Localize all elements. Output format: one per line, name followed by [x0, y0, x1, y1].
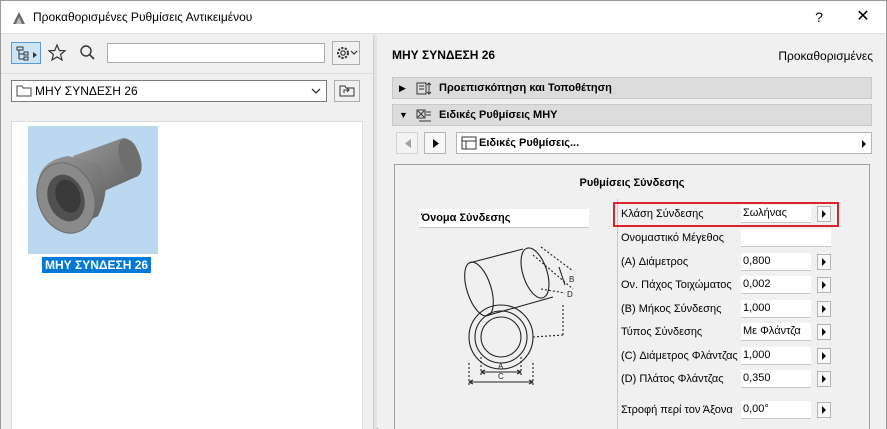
flange-width-field[interactable]: 0,350: [741, 370, 811, 388]
param-row-flange-diameter: (C) Διάμετρος Φλάντζας 1,000: [615, 345, 837, 367]
param-label: (A) Διάμετρος: [621, 256, 689, 268]
folder-tree-icon: [16, 46, 37, 61]
page-dropdown[interactable]: Ειδικές Ρυθμίσεις...: [456, 132, 872, 154]
settings-pane: ΜΗΥ ΣΥΝΔΕΣΗ 26 Προκαθορισμένες ▶ Προεπισ…: [378, 35, 886, 429]
param-label: Ον. Πάχος Τοιχώματος: [621, 279, 732, 291]
dim-label-c: C: [498, 372, 504, 381]
param-row-connection-length: (B) Μήκος Σύνδεσης 1,000: [615, 298, 837, 320]
connection-name-field[interactable]: Όνομα Σύνδεσης: [419, 209, 589, 228]
section-mep-settings[interactable]: ▼ Ειδικές Ρυθμίσεις ΜΗΥ: [392, 104, 872, 126]
param-label: (C) Διάμετρος Φλάντζας: [621, 350, 738, 362]
param-row-nominal-size: Ονομαστικό Μέγεθος: [615, 227, 837, 249]
param-row-connection-type: Τύπος Σύνδεσης Με Φλάντζα: [615, 321, 837, 343]
flange-diameter-menu-button[interactable]: [817, 348, 831, 364]
arrow-right-icon: [822, 328, 826, 336]
search-icon[interactable]: [79, 43, 97, 63]
connection-length-field[interactable]: 1,000: [741, 300, 811, 318]
search-input[interactable]: [107, 43, 325, 63]
param-row-flange-width: (D) Πλάτος Φλάντζας 0,350: [615, 368, 837, 390]
help-button[interactable]: ?: [809, 7, 829, 27]
diameter-menu-button[interactable]: [817, 254, 831, 270]
next-page-button[interactable]: [424, 132, 446, 154]
dim-label-d: D: [567, 290, 573, 299]
folder-up-button[interactable]: [334, 80, 360, 102]
folder-dropdown[interactable]: ΜΗΥ ΣΥΝΔΕΣΗ 26: [11, 80, 327, 102]
highlight-frame: [613, 202, 839, 227]
expand-arrow-icon: ▶: [399, 83, 406, 93]
object-thumbnail[interactable]: [28, 126, 158, 254]
object-thumbnail-label[interactable]: ΜΗΥ ΣΥΝΔΕΣΗ 26: [42, 257, 152, 273]
toolbar-divider: [1, 73, 373, 74]
param-label: Στροφή περί τον Άξονα: [621, 404, 733, 416]
arrow-right-icon: [822, 281, 826, 289]
folder-icon: [16, 85, 32, 97]
object-browser: ΜΗΥ ΣΥΝΔΕΣΗ 26: [11, 121, 363, 429]
app-icon: [13, 12, 25, 24]
connection-type-field[interactable]: Με Φλάντζα: [741, 323, 811, 341]
section-label: Προεπισκόπηση και Τοποθέτηση: [439, 82, 612, 94]
param-row-wall-thickness: Ον. Πάχος Τοιχώματος 0,002: [615, 274, 837, 296]
library-pane: ΜΗΥ ΣΥΝΔΕΣΗ 26 ΜΗΥ ΣΥΝΔΕΣΗ 26: [1, 35, 373, 429]
panel-title: Ρυθμίσεις Σύνδεσης: [579, 177, 685, 189]
dropdown-arrow-icon: [862, 140, 866, 148]
wall-thickness-menu-button[interactable]: [817, 277, 831, 293]
axis-rotation-menu-button[interactable]: [817, 402, 831, 418]
flange-diameter-field[interactable]: 1,000: [741, 347, 811, 365]
defaults-label: Προκαθορισμένες: [778, 49, 873, 63]
arrow-right-icon: [822, 305, 826, 313]
view-mode-button[interactable]: [11, 42, 41, 64]
section-label: Ειδικές Ρυθμίσεις ΜΗΥ: [439, 109, 558, 121]
section-preview-placement[interactable]: ▶ Προεπισκόπηση και Τοποθέτηση: [392, 77, 872, 99]
diameter-field[interactable]: 0,800: [741, 253, 811, 271]
connection-length-menu-button[interactable]: [817, 301, 831, 317]
param-row-diameter: (A) Διάμετρος 0,800: [615, 251, 837, 273]
connection-settings-panel: Ρυθμίσεις Σύνδεσης Όνομα Σύνδεσης B D A …: [394, 164, 870, 429]
flange-width-menu-button[interactable]: [817, 371, 831, 387]
folder-dropdown-value: ΜΗΥ ΣΥΝΔΕΣΗ 26: [35, 84, 138, 98]
axis-rotation-field[interactable]: 0,00°: [741, 401, 811, 419]
object-name: ΜΗΥ ΣΥΝΔΕΣΗ 26: [392, 48, 496, 62]
arrow-right-icon: [822, 352, 826, 360]
settings-page-icon: [461, 136, 477, 150]
connection-type-menu-button[interactable]: [817, 324, 831, 340]
connection-dimension-diagram: B D A C: [464, 246, 574, 385]
favorites-star-icon[interactable]: [47, 43, 67, 63]
collapse-arrow-icon: ▼: [399, 110, 408, 120]
preview-placement-icon: [416, 82, 432, 95]
param-row-axis-rotation: Στροφή περί τον Άξονα 0,00°: [615, 399, 837, 421]
gear-icon: [337, 47, 358, 59]
folder-up-icon: [339, 85, 355, 97]
wall-thickness-field[interactable]: 0,002: [741, 276, 811, 294]
window-title: Προκαθορισμένες Ρυθμίσεις Αντικειμένου: [33, 10, 253, 24]
param-label: Τύπος Σύνδεσης: [621, 326, 703, 338]
param-label: (D) Πλάτος Φλάντζας: [621, 373, 724, 385]
arrow-right-icon: [433, 139, 439, 148]
param-label: (B) Μήκος Σύνδεσης: [621, 303, 722, 315]
arrow-right-icon: [822, 258, 826, 266]
nominal-size-field[interactable]: [741, 229, 831, 247]
title-bar: Προκαθορισμένες Ρυθμίσεις Αντικειμένου ?…: [1, 1, 886, 34]
pipe-connection-preview-image: [36, 138, 142, 234]
mep-settings-icon: [416, 109, 431, 122]
dim-label-b: B: [569, 275, 574, 284]
previous-page-button[interactable]: [396, 132, 418, 154]
arrow-left-icon: [405, 139, 411, 148]
arrow-right-icon: [822, 406, 826, 414]
pane-splitter[interactable]: [373, 35, 377, 429]
page-navigator: Ειδικές Ρυθμίσεις...: [392, 131, 872, 155]
param-label: Ονομαστικό Μέγεθος: [621, 232, 724, 244]
arrow-right-icon: [822, 375, 826, 383]
chevron-down-icon: [311, 88, 321, 94]
dim-label-a: A: [498, 362, 504, 371]
dialog-window: Προκαθορισμένες Ρυθμίσεις Αντικειμένου ?…: [0, 0, 887, 429]
page-dropdown-value: Ειδικές Ρυθμίσεις...: [479, 137, 580, 149]
options-menu-button[interactable]: [332, 41, 360, 65]
close-button[interactable]: ✕: [851, 7, 875, 27]
